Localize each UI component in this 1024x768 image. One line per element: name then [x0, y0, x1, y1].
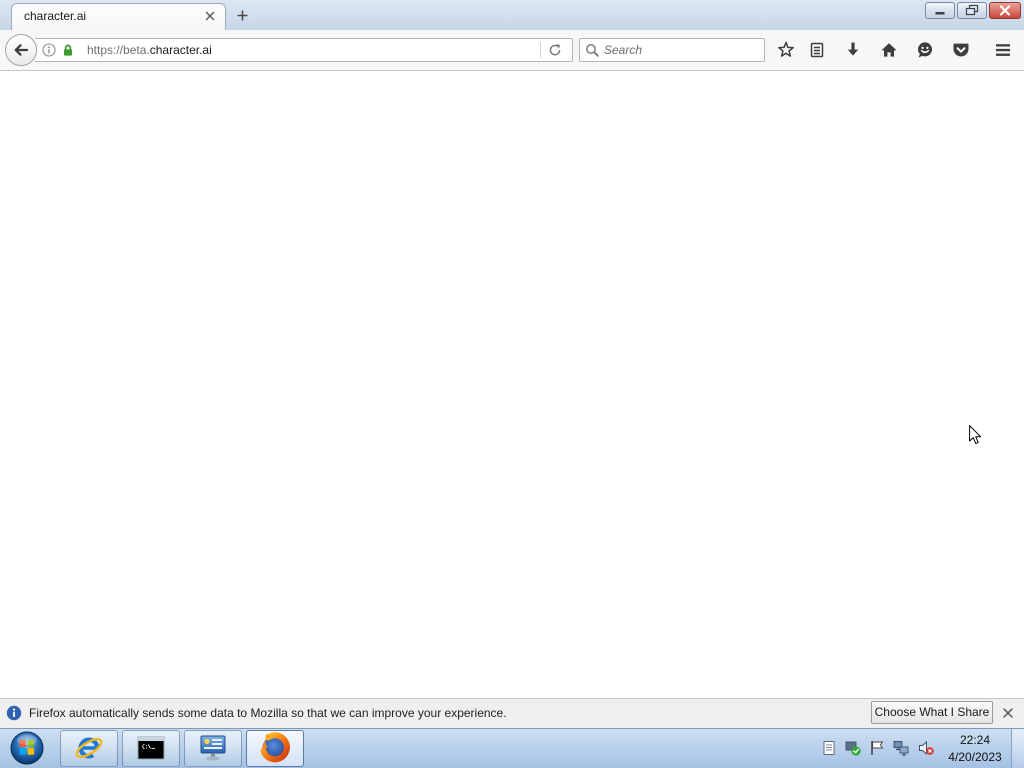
address-bar[interactable]: https://beta.character.ai [30, 38, 573, 62]
bookmark-star-icon [778, 41, 794, 57]
bookmarks-menu-icon [810, 42, 824, 58]
command-prompt-icon [137, 736, 165, 760]
lock-icon[interactable] [61, 43, 75, 57]
home-button[interactable] [875, 36, 903, 64]
site-info-icon[interactable] [42, 43, 56, 57]
pocket-button[interactable] [947, 36, 975, 64]
url-prefix: https://beta. [87, 43, 150, 57]
windows-taskbar: 22:24 4/20/2023 [0, 728, 1024, 768]
taskbar-firefox[interactable] [246, 730, 304, 767]
bookmark-star-button[interactable] [772, 36, 800, 64]
minimize-icon [935, 12, 945, 15]
tab-strip: character.ai [0, 0, 1024, 30]
navigation-toolbar: https://beta.character.ai [0, 30, 1024, 71]
action-center-flag-icon[interactable] [869, 740, 885, 756]
search-box[interactable] [579, 38, 765, 62]
security-check-icon[interactable] [845, 740, 861, 756]
url-host: character.ai [149, 43, 212, 57]
windows-start-icon[interactable] [9, 730, 45, 766]
choose-what-i-share-button[interactable]: Choose What I Share [871, 701, 993, 724]
mouse-cursor-icon [969, 425, 982, 445]
internet-explorer-icon [75, 737, 103, 759]
restore-button[interactable] [957, 2, 987, 19]
restore-icon [965, 4, 979, 16]
notes-icon[interactable] [821, 740, 837, 756]
search-icon[interactable] [585, 43, 599, 57]
show-desktop-icon[interactable] [1011, 729, 1024, 768]
open-menu-button[interactable] [989, 36, 1017, 64]
taskbar-internet-explorer[interactable] [60, 730, 118, 767]
info-icon [6, 705, 22, 721]
taskbar-command-prompt[interactable] [122, 730, 180, 767]
tab-title: character.ai [24, 9, 87, 23]
url-text[interactable]: https://beta.character.ai [87, 39, 212, 61]
pocket-icon [953, 43, 969, 57]
close-icon [999, 5, 1011, 16]
back-button[interactable] [5, 34, 37, 66]
data-reporting-notification: Firefox automatically sends some data to… [0, 698, 1024, 728]
tab-close-icon[interactable] [205, 11, 215, 21]
close-icon[interactable] [1002, 707, 1014, 719]
search-input[interactable] [604, 39, 759, 61]
taskbar-server-manager[interactable] [184, 730, 242, 767]
downloads-icon [847, 42, 859, 56]
minimize-button[interactable] [925, 2, 955, 19]
clock-date: 4/20/2023 [948, 750, 1002, 764]
system-clock[interactable]: 22:24 4/20/2023 [945, 729, 1005, 768]
server-manager-icon [200, 735, 226, 761]
page-content[interactable] [0, 71, 1024, 698]
downloads-button[interactable] [839, 36, 867, 64]
notification-message: Firefox automatically sends some data to… [29, 706, 507, 720]
home-icon [881, 43, 897, 57]
hello-icon [918, 42, 932, 58]
back-icon [14, 44, 29, 56]
address-bar-separator [540, 42, 541, 58]
bookmarks-menu-button[interactable] [803, 36, 831, 64]
hello-button[interactable] [911, 36, 939, 64]
clock-time: 22:24 [959, 733, 991, 747]
firefox-icon [260, 732, 290, 763]
menu-icon [996, 44, 1010, 56]
volume-muted-icon[interactable] [918, 740, 934, 756]
reload-icon[interactable] [548, 43, 562, 57]
network-icon[interactable] [893, 740, 909, 756]
new-tab-icon[interactable] [237, 10, 248, 21]
close-window-button[interactable] [989, 2, 1021, 19]
browser-tab[interactable]: character.ai [11, 3, 226, 30]
